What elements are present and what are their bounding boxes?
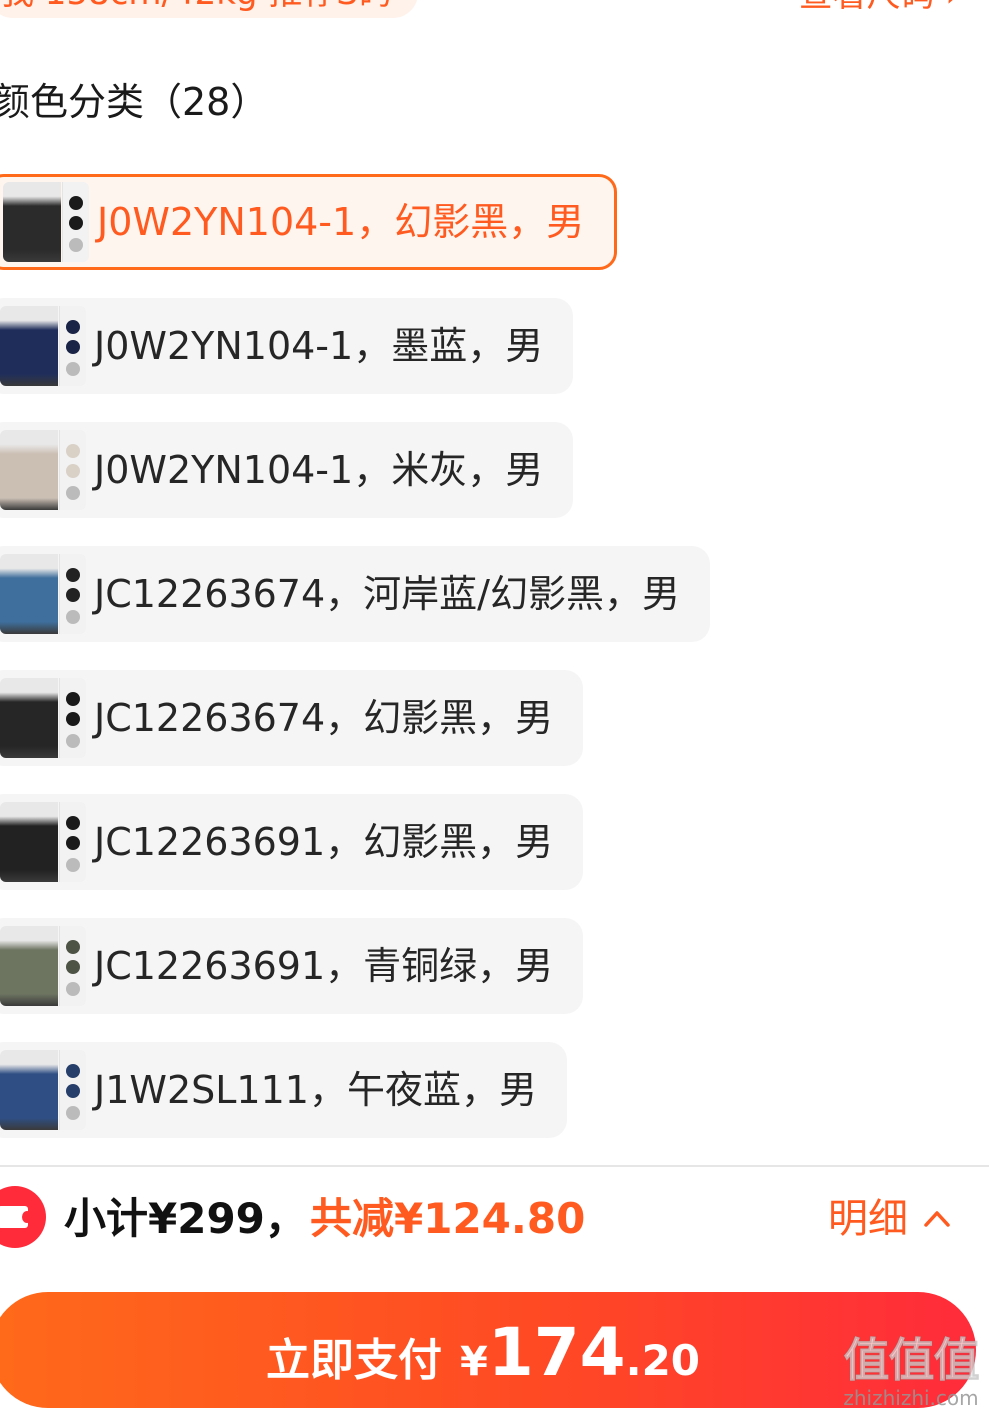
discount-text: 共减¥124.80 [310,1194,586,1243]
view-size-chart-link[interactable]: 查看尺码 › [799,0,959,20]
product-image [0,802,58,882]
product-thumbnail [0,802,86,882]
color-option[interactable]: J1W2SL111，午夜蓝，男 [0,1042,567,1138]
color-option-label: J0W2YN104-1，幻影黑，男 [97,200,585,244]
product-thumbnail [0,1050,86,1130]
chevron-up-icon [924,1211,950,1227]
product-thumbnail [0,430,86,510]
color-option-label: J1W2SL111，午夜蓝，男 [94,1068,537,1112]
color-category-title: 颜色分类（28） [0,80,269,124]
price-detail-toggle[interactable]: 明细 [828,1188,952,1250]
product-detail-strip [59,430,86,510]
divider [0,1165,989,1167]
size-recommendation[interactable]: 我 158cm/42kg 推荐S码 [0,0,418,18]
color-option[interactable]: J0W2YN104-1，米灰，男 [0,422,574,518]
product-thumbnail [0,678,86,758]
product-image [0,678,58,758]
product-detail-strip [59,1050,86,1130]
product-detail-strip [62,182,89,262]
coupon-icon [0,1186,46,1248]
color-option-label: J0W2YN104-1，墨蓝，男 [94,324,544,368]
color-option[interactable]: J0W2YN104-1，幻影黑，男 [0,174,618,270]
product-detail-strip [59,802,86,882]
pay-amount-integer: 174 [487,1314,626,1391]
product-thumbnail [0,554,86,634]
color-option[interactable]: JC12263691，幻影黑，男 [0,794,584,890]
pay-now-button[interactable]: 立即支付 ¥ 174 .20 [0,1292,976,1408]
color-option[interactable]: JC12263674，幻影黑，男 [0,670,584,766]
color-option-label: JC12263691，青铜绿，男 [94,944,554,988]
color-option-label: JC12263674，河岸蓝/幻影黑，男 [94,572,680,616]
product-detail-strip [59,306,86,386]
product-thumbnail [3,182,89,262]
product-image [0,926,58,1006]
color-option-label: J0W2YN104-1，米灰，男 [94,448,544,492]
product-image [0,306,58,386]
product-image [3,182,61,262]
color-option[interactable]: JC12263691，青铜绿，男 [0,918,584,1014]
product-thumbnail [0,306,86,386]
price-detail-label: 明细 [828,1196,908,1242]
product-thumbnail [0,926,86,1006]
pay-now-label: 立即支付 [265,1335,442,1386]
product-detail-strip [59,926,86,1006]
color-option[interactable]: J0W2YN104-1，墨蓝，男 [0,298,574,394]
sku-selection-panel: 我 158cm/42kg 推荐S码 查看尺码 › 颜色分类（28） J0W2YN… [0,0,989,1421]
color-option[interactable]: JC12263674，河岸蓝/幻影黑，男 [0,546,710,642]
product-detail-strip [59,678,86,758]
color-option-label: JC12263691，幻影黑，男 [94,820,554,864]
color-option-label: JC12263674，幻影黑，男 [94,696,554,740]
pay-amount-decimal: .20 [625,1336,701,1385]
pay-currency: ¥ [459,1339,488,1385]
product-detail-strip [59,554,86,634]
product-image [0,554,58,634]
product-image [0,430,58,510]
product-image [0,1050,58,1130]
subtotal-text: 小计¥299， [64,1194,307,1243]
